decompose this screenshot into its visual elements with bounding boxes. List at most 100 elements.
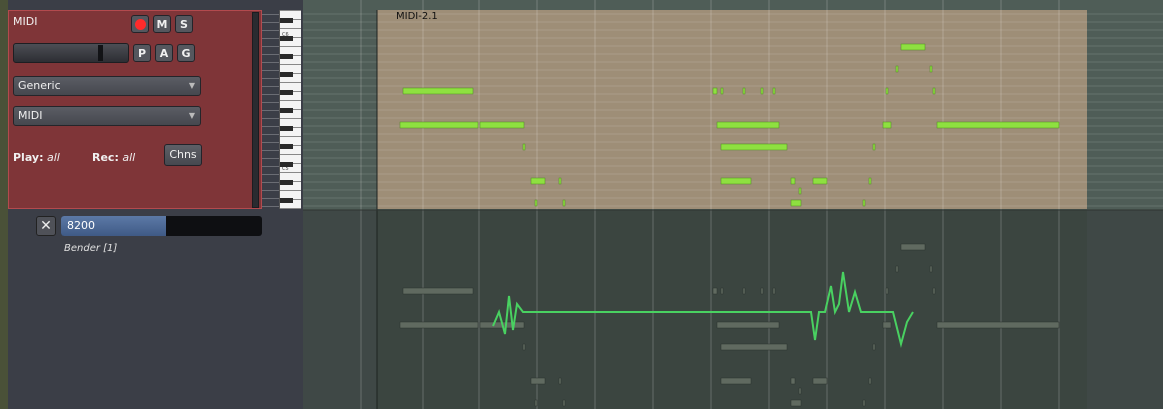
midi-note[interactable] — [882, 121, 892, 129]
close-icon[interactable]: ✕ — [36, 216, 56, 236]
midi-note[interactable] — [742, 87, 746, 95]
ghost-note — [862, 399, 866, 407]
keyboard-scroomer[interactable] — [262, 10, 279, 209]
white-key[interactable] — [280, 82, 301, 83]
white-key[interactable] — [280, 64, 301, 65]
ghost-note — [562, 399, 566, 407]
scroomer-tick — [262, 134, 279, 135]
midi-note[interactable] — [760, 87, 764, 95]
automation-value: 8200 — [67, 219, 95, 232]
track-name[interactable]: MIDI — [13, 15, 37, 28]
midi-note[interactable] — [716, 121, 780, 129]
scroomer-tick — [262, 110, 279, 111]
ghost-note — [402, 287, 474, 295]
white-key[interactable] — [280, 136, 301, 137]
midi-note[interactable] — [772, 87, 776, 95]
midi-note[interactable] — [895, 65, 899, 73]
white-key[interactable] — [280, 46, 301, 47]
midi-note[interactable] — [798, 187, 802, 195]
midi-note[interactable] — [558, 177, 562, 185]
midi-note[interactable] — [885, 87, 889, 95]
chevron-down-icon: ▼ — [188, 111, 195, 120]
black-key[interactable] — [280, 180, 293, 185]
ghost-note — [522, 343, 526, 351]
white-key[interactable] — [280, 208, 301, 209]
black-key[interactable] — [280, 126, 293, 131]
midi-note[interactable] — [872, 143, 876, 151]
black-key[interactable] — [280, 54, 293, 59]
midi-note[interactable] — [399, 121, 479, 129]
ghost-note — [720, 377, 752, 385]
midi-note[interactable] — [932, 87, 936, 95]
midi-note[interactable] — [936, 121, 1060, 129]
midi-note[interactable] — [862, 199, 866, 207]
ghost-note — [932, 287, 936, 295]
ghost-note — [720, 343, 788, 351]
midi-note[interactable] — [900, 43, 926, 51]
solo-button[interactable]: S — [175, 15, 193, 33]
white-key[interactable] — [280, 190, 301, 191]
ghost-note — [895, 265, 899, 273]
midi-note[interactable] — [929, 65, 933, 73]
black-key[interactable] — [280, 18, 293, 23]
piano-keyboard[interactable]: C6 C5 — [279, 10, 301, 209]
midi-note[interactable] — [530, 177, 546, 185]
ghost-note — [882, 321, 892, 329]
fader-handle[interactable] — [98, 45, 103, 61]
scroomer-tick — [262, 190, 279, 191]
white-key[interactable] — [280, 28, 301, 29]
scroomer-tick — [262, 102, 279, 103]
channels-button[interactable]: Chns — [164, 144, 202, 166]
black-key[interactable] — [280, 90, 293, 95]
black-key[interactable] — [280, 72, 293, 77]
automation-button[interactable]: A — [155, 44, 173, 62]
group-button[interactable]: G — [177, 44, 195, 62]
midi-note[interactable] — [562, 199, 566, 207]
midi-note[interactable] — [790, 177, 796, 185]
ghost-note — [530, 377, 546, 385]
editor-canvas[interactable] — [303, 0, 1163, 409]
track-header[interactable]: MIDI M S P A G Generic ▼ MIDI ▼ Play: all … — [8, 10, 262, 209]
scroomer-tick — [262, 158, 279, 159]
black-key[interactable] — [280, 108, 293, 113]
white-key[interactable] — [280, 118, 301, 119]
track-fader[interactable] — [13, 43, 129, 63]
midi-note[interactable] — [790, 199, 802, 207]
chevron-down-icon: ▼ — [188, 81, 195, 90]
midi-note[interactable] — [522, 143, 526, 151]
black-key[interactable] — [280, 162, 293, 167]
black-key[interactable] — [280, 144, 293, 149]
ghost-note — [742, 287, 746, 295]
ghost-note — [790, 399, 802, 407]
midi-note[interactable] — [534, 199, 538, 207]
white-key[interactable] — [280, 172, 301, 173]
white-key[interactable] — [280, 10, 301, 11]
scroomer-tick — [262, 142, 279, 143]
midi-note[interactable] — [402, 87, 474, 95]
automation-value-bar[interactable]: 8200 — [61, 216, 262, 236]
white-key[interactable] — [280, 100, 301, 101]
scroomer-tick — [262, 126, 279, 127]
midi-note[interactable] — [720, 87, 724, 95]
output-select[interactable]: MIDI ▼ — [13, 106, 201, 126]
midi-note[interactable] — [868, 177, 872, 185]
note-range-scrollbar[interactable] — [252, 12, 259, 208]
ghost-note — [790, 377, 796, 385]
record-button[interactable] — [131, 15, 149, 33]
scroomer-tick — [262, 14, 279, 15]
black-key[interactable] — [280, 36, 293, 41]
mute-button[interactable]: M — [153, 15, 171, 33]
scroomer-tick — [262, 150, 279, 151]
midi-note[interactable] — [712, 87, 718, 95]
ghost-note — [812, 377, 828, 385]
midi-note[interactable] — [720, 143, 788, 151]
ghost-note — [929, 265, 933, 273]
playlist-button[interactable]: P — [133, 44, 151, 62]
midi-note[interactable] — [720, 177, 752, 185]
midi-note[interactable] — [479, 121, 525, 129]
midi-note[interactable] — [812, 177, 828, 185]
white-key[interactable] — [280, 154, 301, 155]
instrument-select[interactable]: Generic ▼ — [13, 76, 201, 96]
scroomer-tick — [262, 46, 279, 47]
black-key[interactable] — [280, 198, 293, 203]
